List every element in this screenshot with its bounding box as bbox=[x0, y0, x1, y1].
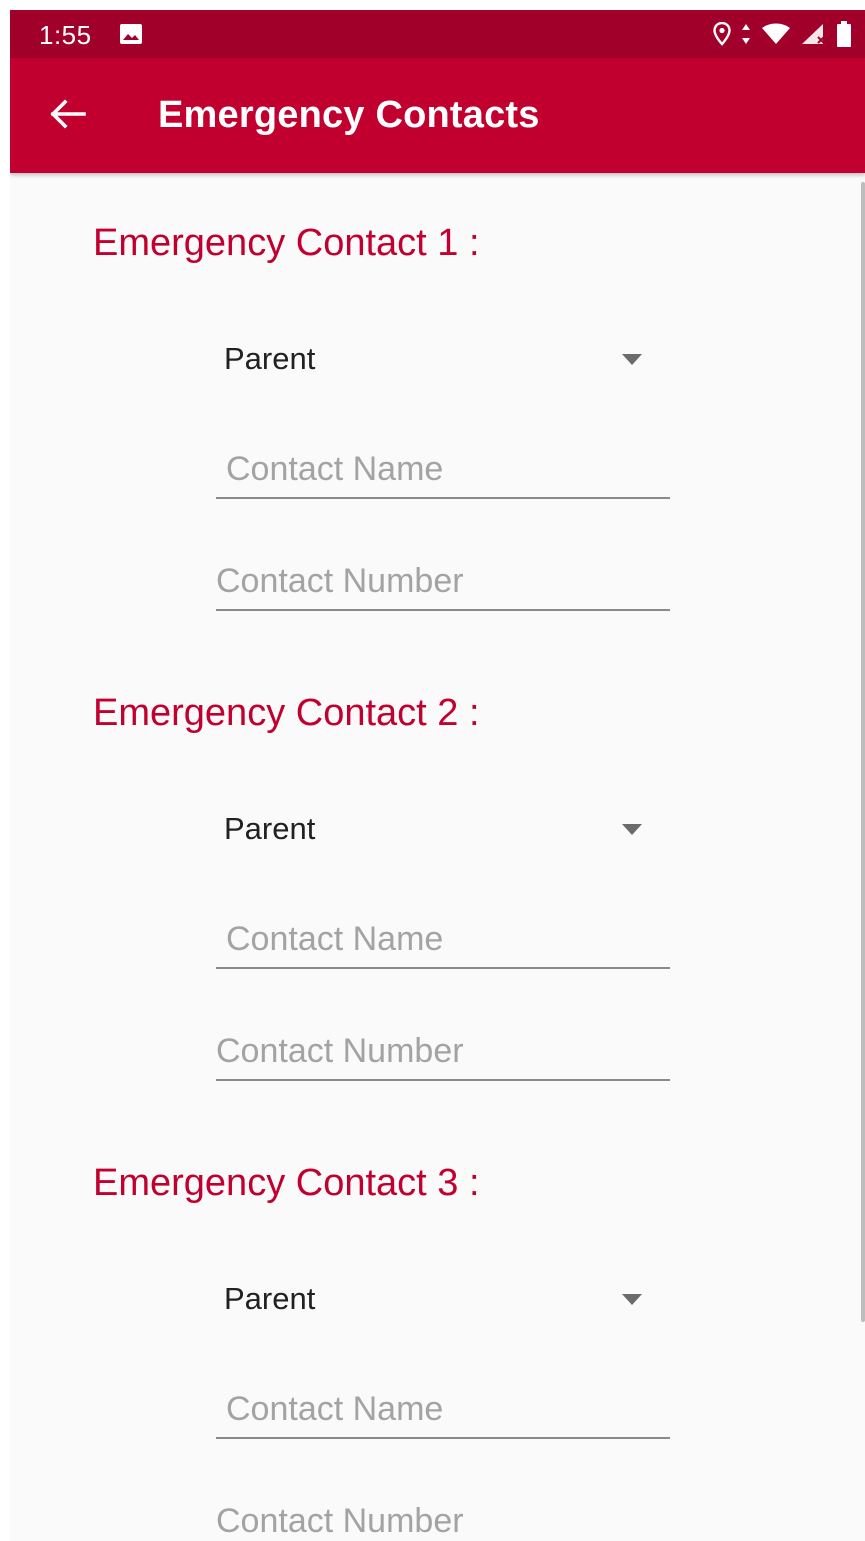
contact-1-name-field[interactable] bbox=[216, 441, 670, 499]
arrow-back-icon bbox=[50, 98, 86, 134]
contact-2-number-input[interactable] bbox=[216, 1023, 670, 1079]
gallery-icon bbox=[120, 24, 142, 49]
contact-2-number-field[interactable] bbox=[216, 1023, 670, 1081]
dropdown-arrow-icon bbox=[622, 1292, 642, 1310]
page-title: Emergency Contacts bbox=[158, 94, 540, 136]
status-time: 1:55 bbox=[39, 20, 92, 50]
screen: 1:55 Emergency Contacts Emergency Contac… bbox=[10, 10, 865, 1541]
contact-2-heading: Emergency Contact 2 : bbox=[93, 692, 480, 734]
contact-1-relation-dropdown[interactable]: Parent bbox=[216, 328, 656, 388]
contact-3-heading: Emergency Contact 3 : bbox=[93, 1162, 480, 1204]
status-icons bbox=[713, 21, 851, 52]
contact-1-heading: Emergency Contact 1 : bbox=[93, 222, 480, 264]
contact-2-relation-dropdown[interactable]: Parent bbox=[216, 798, 656, 858]
dropdown-arrow-icon bbox=[622, 352, 642, 370]
contact-1-number-field[interactable] bbox=[216, 553, 670, 611]
contact-3-name-field[interactable] bbox=[216, 1381, 670, 1439]
scrollbar[interactable] bbox=[861, 182, 865, 1322]
dropdown-arrow-icon bbox=[622, 822, 642, 840]
contact-3-number-field[interactable] bbox=[216, 1493, 670, 1541]
contact-3-relation-dropdown[interactable]: Parent bbox=[216, 1268, 656, 1328]
back-button[interactable] bbox=[42, 90, 94, 142]
contact-1-number-input[interactable] bbox=[216, 553, 670, 609]
location-icon bbox=[713, 21, 731, 51]
contact-3-relation-value: Parent bbox=[224, 1281, 316, 1316]
data-arrows-icon bbox=[741, 23, 751, 50]
contact-2-name-field[interactable] bbox=[216, 911, 670, 969]
contact-3-name-input[interactable] bbox=[216, 1381, 670, 1437]
app-bar: Emergency Contacts bbox=[10, 58, 865, 173]
contact-1-name-input[interactable] bbox=[216, 441, 670, 497]
contact-2-name-input[interactable] bbox=[216, 911, 670, 967]
signal-icon bbox=[801, 23, 827, 50]
battery-icon bbox=[837, 21, 851, 52]
contact-3-number-input[interactable] bbox=[216, 1493, 670, 1541]
wifi-icon bbox=[761, 23, 791, 50]
status-bar: 1:55 bbox=[10, 10, 865, 58]
contact-2-relation-value: Parent bbox=[224, 811, 316, 846]
contact-1-relation-value: Parent bbox=[224, 341, 316, 376]
